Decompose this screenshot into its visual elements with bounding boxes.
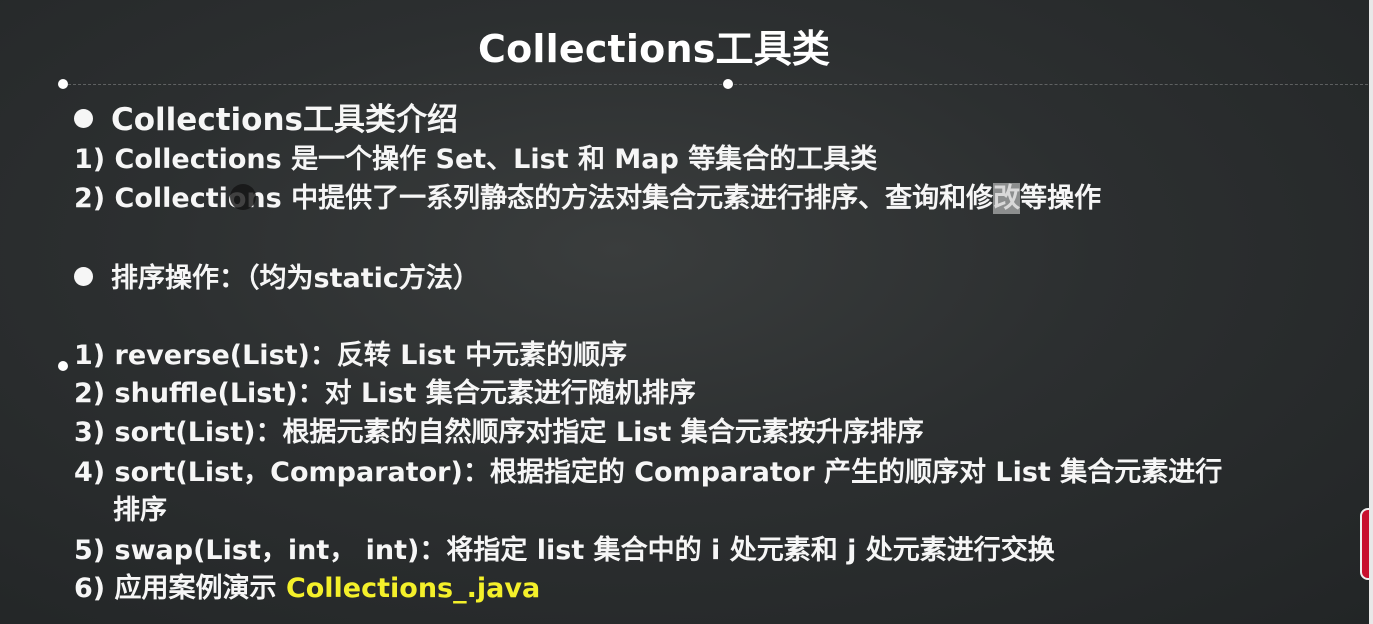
window-border xyxy=(1369,0,1373,624)
intro-item-2-tail: 等操作 xyxy=(1020,183,1102,214)
sort-item-5: 5) swap(List，int， int)：将指定 list 集合中的 i 处… xyxy=(74,535,1055,566)
sort-item-1: 1) reverse(List)：反转 List 中元素的顺序 xyxy=(74,340,628,371)
sort-item-6: 6) 应用案例演示 Collections_.java xyxy=(74,566,540,605)
section-heading-intro: Collections工具类介绍 xyxy=(74,94,458,139)
mouse-cursor xyxy=(230,184,256,210)
slide-title: Collections工具类 xyxy=(478,27,831,71)
resize-handle-top-center[interactable] xyxy=(723,79,733,89)
resize-handle-middle-left[interactable] xyxy=(58,361,68,371)
intro-item-2-text: 2) Collections 中提供了一系列静态的方法对集合元素进行排序、查询和… xyxy=(74,183,994,214)
sort-item-3: 3) sort(List)：根据元素的自然顺序对指定 List 集合元素按升序排… xyxy=(74,417,924,448)
sort-item-2: 2) shuffle(List)：对 List 集合元素进行随机排序 xyxy=(74,378,696,409)
intro-item-1: 1) Collections 是一个操作 Set、List 和 Map 等集合的… xyxy=(74,144,878,175)
heading-text: 排序操作：（均为static方法） xyxy=(111,263,480,294)
sort-item-4-continued: 排序 xyxy=(113,495,167,526)
bullet-icon xyxy=(74,109,93,128)
bullet-icon xyxy=(74,267,93,286)
resize-handle-top-left[interactable] xyxy=(58,79,68,89)
section-heading-sort: 排序操作：（均为static方法） xyxy=(74,256,480,295)
slide: Collections工具类 Collections工具类介绍 1) Colle… xyxy=(0,0,1373,624)
heading-text: Collections工具类介绍 xyxy=(111,102,458,138)
textbox-border xyxy=(63,84,1368,86)
sort-item-6-text: 6) 应用案例演示 xyxy=(74,573,286,604)
sort-item-4: 4) sort(List，Comparator)：根据指定的 Comparato… xyxy=(74,457,1223,488)
file-name: Collections_.java xyxy=(285,573,541,604)
intro-item-2: 2) Collections 中提供了一系列静态的方法对集合元素进行排序、查询和… xyxy=(74,176,1101,215)
selected-text: 改 xyxy=(993,183,1021,214)
